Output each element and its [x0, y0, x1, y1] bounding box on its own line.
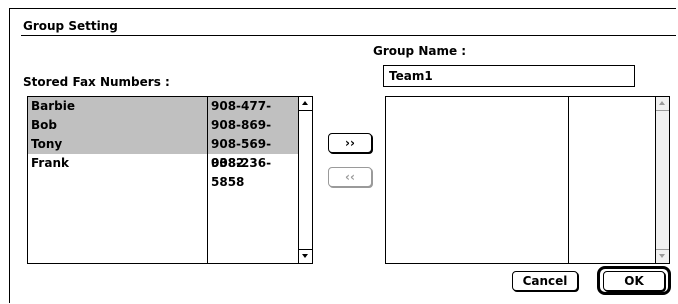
cancel-button[interactable]: Cancel [512, 271, 578, 291]
title-divider [21, 35, 676, 36]
contact-name: Bob [31, 118, 57, 132]
column-divider [207, 97, 208, 263]
contact-name: Barbie [31, 99, 76, 113]
list-item[interactable]: Tony 908-569-0382 [28, 135, 298, 170]
ok-button[interactable]: OK [603, 271, 665, 291]
group-name-input[interactable] [383, 65, 635, 87]
list-item[interactable]: Bob 908-869-8840 [28, 116, 298, 151]
stored-list-scrollbar[interactable] [298, 97, 312, 263]
list-item[interactable]: Barbie 908-477-9856 [28, 97, 298, 132]
up-arrow-icon[interactable] [299, 97, 312, 111]
down-arrow-icon[interactable] [656, 249, 669, 263]
contact-name: Tony [31, 137, 63, 151]
stored-fax-list[interactable]: Barbie 908-477-9856 Bob 908-869-8840 Ton… [27, 96, 313, 264]
column-divider [568, 97, 569, 263]
group-members-list[interactable] [385, 96, 670, 264]
down-arrow-icon[interactable] [299, 249, 312, 263]
group-list-scrollbar[interactable] [655, 97, 669, 263]
add-to-group-button[interactable]: ›› [328, 133, 372, 153]
dialog-title: Group Setting [23, 19, 118, 33]
list-item[interactable]: Frank 908-236-5858 [28, 154, 298, 189]
contact-name: Frank [31, 156, 69, 170]
up-arrow-icon[interactable] [656, 97, 669, 111]
group-name-label: Group Name : [373, 44, 467, 58]
fax-number: 908-236-5858 [211, 156, 272, 189]
stored-fax-numbers-label: Stored Fax Numbers : [23, 75, 170, 89]
remove-from-group-button[interactable]: ‹‹ [328, 167, 372, 187]
stored-fax-rows: Barbie 908-477-9856 Bob 908-869-8840 Ton… [28, 97, 298, 189]
